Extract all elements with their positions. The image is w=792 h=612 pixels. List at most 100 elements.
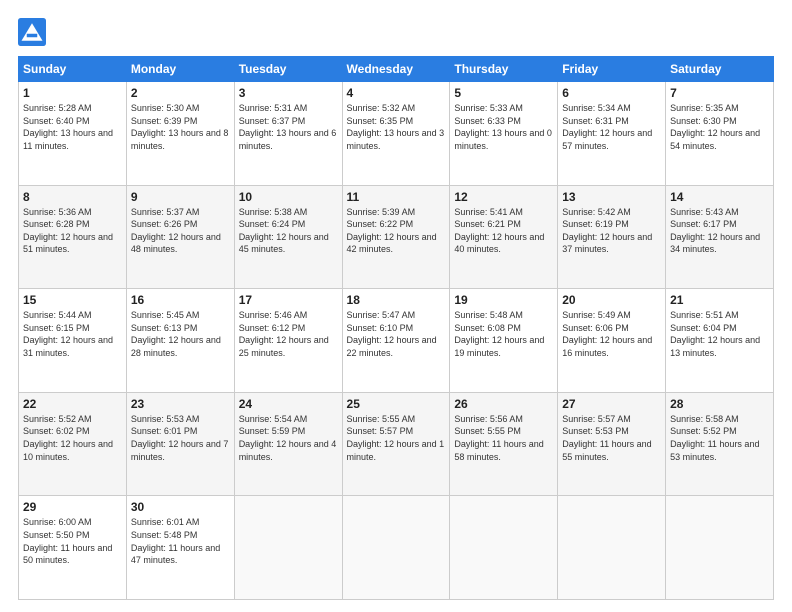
day-info: Sunrise: 5:55 AMSunset: 5:57 PMDaylight:… (347, 413, 446, 463)
weekday-header-sunday: Sunday (19, 57, 127, 82)
calendar-cell: 2 Sunrise: 5:30 AMSunset: 6:39 PMDaylight… (126, 82, 234, 186)
calendar-cell: 3 Sunrise: 5:31 AMSunset: 6:37 PMDaylight… (234, 82, 342, 186)
calendar-cell: 21Sunrise: 5:51 AMSunset: 6:04 PMDayligh… (666, 289, 774, 393)
calendar-cell: 18 Sunrise: 5:47 AMSunset: 6:10 PMDayligh… (342, 289, 450, 393)
day-info: Sunrise: 5:58 AMSunset: 5:52 PMDaylight:… (670, 413, 769, 463)
calendar-cell: 24 Sunrise: 5:54 AMSunset: 5:59 PMDayligh… (234, 392, 342, 496)
day-info: Sunrise: 5:35 AMSunset: 6:30 PMDaylight:… (670, 102, 769, 152)
calendar-table: SundayMondayTuesdayWednesdayThursdayFrid… (18, 56, 774, 600)
day-info: Sunrise: 5:30 AMSunset: 6:39 PMDaylight:… (131, 102, 230, 152)
calendar-cell: 25 Sunrise: 5:55 AMSunset: 5:57 PMDayligh… (342, 392, 450, 496)
day-number: 28 (670, 397, 769, 411)
day-info: Sunrise: 5:43 AMSunset: 6:17 PMDaylight:… (670, 206, 769, 256)
day-number: 24 (239, 397, 338, 411)
calendar-cell: 6 Sunrise: 5:34 AMSunset: 6:31 PMDaylight… (558, 82, 666, 186)
day-number: 29 (23, 500, 122, 514)
calendar-cell: 7 Sunrise: 5:35 AMSunset: 6:30 PMDaylight… (666, 82, 774, 186)
day-info: Sunrise: 5:31 AMSunset: 6:37 PMDaylight:… (239, 102, 338, 152)
weekday-header-friday: Friday (558, 57, 666, 82)
calendar-cell: 29 Sunrise: 6:00 AMSunset: 5:50 PMDayligh… (19, 496, 127, 600)
day-number: 23 (131, 397, 230, 411)
day-number: 25 (347, 397, 446, 411)
day-number: 8 (23, 190, 122, 204)
day-number: 7 (670, 86, 769, 100)
calendar-cell: 23Sunrise: 5:53 AMSunset: 6:01 PMDayligh… (126, 392, 234, 496)
day-number: 16 (131, 293, 230, 307)
logo (18, 18, 50, 46)
day-info: Sunrise: 5:56 AMSunset: 5:55 PMDaylight:… (454, 413, 553, 463)
calendar-cell: 20 Sunrise: 5:49 AMSunset: 6:06 PMDayligh… (558, 289, 666, 393)
calendar-cell (666, 496, 774, 600)
calendar-cell: 5 Sunrise: 5:33 AMSunset: 6:33 PMDaylight… (450, 82, 558, 186)
calendar-cell: 4 Sunrise: 5:32 AMSunset: 6:35 PMDaylight… (342, 82, 450, 186)
day-number: 15 (23, 293, 122, 307)
day-info: Sunrise: 5:33 AMSunset: 6:33 PMDaylight:… (454, 102, 553, 152)
day-info: Sunrise: 5:45 AMSunset: 6:13 PMDaylight:… (131, 309, 230, 359)
calendar-cell: 8Sunrise: 5:36 AMSunset: 6:28 PMDaylight… (19, 185, 127, 289)
day-number: 22 (23, 397, 122, 411)
day-number: 2 (131, 86, 230, 100)
day-info: Sunrise: 5:34 AMSunset: 6:31 PMDaylight:… (562, 102, 661, 152)
calendar-cell: 15 Sunrise: 5:44 AMSunset: 6:15 PMDayligh… (19, 289, 127, 393)
weekday-header-saturday: Saturday (666, 57, 774, 82)
day-info: Sunrise: 6:01 AMSunset: 5:48 PMDaylight:… (131, 516, 230, 566)
weekday-header-monday: Monday (126, 57, 234, 82)
calendar-cell: 17 Sunrise: 5:46 AMSunset: 6:12 PMDayligh… (234, 289, 342, 393)
page-header (18, 18, 774, 46)
day-number: 17 (239, 293, 338, 307)
calendar-cell (342, 496, 450, 600)
day-info: Sunrise: 5:48 AMSunset: 6:08 PMDaylight:… (454, 309, 553, 359)
day-number: 10 (239, 190, 338, 204)
day-number: 19 (454, 293, 553, 307)
day-info: Sunrise: 5:54 AMSunset: 5:59 PMDaylight:… (239, 413, 338, 463)
calendar-cell: 12 Sunrise: 5:41 AMSunset: 6:21 PMDayligh… (450, 185, 558, 289)
day-info: Sunrise: 5:47 AMSunset: 6:10 PMDaylight:… (347, 309, 446, 359)
day-info: Sunrise: 5:41 AMSunset: 6:21 PMDaylight:… (454, 206, 553, 256)
calendar-cell: 28 Sunrise: 5:58 AMSunset: 5:52 PMDayligh… (666, 392, 774, 496)
day-number: 21 (670, 293, 769, 307)
day-number: 18 (347, 293, 446, 307)
day-info: Sunrise: 5:37 AMSunset: 6:26 PMDaylight:… (131, 206, 230, 256)
day-info: Sunrise: 5:32 AMSunset: 6:35 PMDaylight:… (347, 102, 446, 152)
day-number: 11 (347, 190, 446, 204)
day-number: 30 (131, 500, 230, 514)
day-number: 1 (23, 86, 122, 100)
day-number: 14 (670, 190, 769, 204)
day-info: Sunrise: 5:49 AMSunset: 6:06 PMDaylight:… (562, 309, 661, 359)
calendar-cell (234, 496, 342, 600)
calendar-cell: 1 Sunrise: 5:28 AMSunset: 6:40 PMDaylight… (19, 82, 127, 186)
day-number: 5 (454, 86, 553, 100)
weekday-header-wednesday: Wednesday (342, 57, 450, 82)
day-number: 27 (562, 397, 661, 411)
calendar-cell: 26Sunrise: 5:56 AMSunset: 5:55 PMDayligh… (450, 392, 558, 496)
day-info: Sunrise: 5:57 AMSunset: 5:53 PMDaylight:… (562, 413, 661, 463)
weekday-header-tuesday: Tuesday (234, 57, 342, 82)
calendar-cell (450, 496, 558, 600)
calendar-cell: 27 Sunrise: 5:57 AMSunset: 5:53 PMDayligh… (558, 392, 666, 496)
day-number: 20 (562, 293, 661, 307)
day-info: Sunrise: 5:46 AMSunset: 6:12 PMDaylight:… (239, 309, 338, 359)
day-number: 6 (562, 86, 661, 100)
calendar-cell: 11 Sunrise: 5:39 AMSunset: 6:22 PMDayligh… (342, 185, 450, 289)
day-number: 13 (562, 190, 661, 204)
calendar-cell (558, 496, 666, 600)
day-info: Sunrise: 5:52 AMSunset: 6:02 PMDaylight:… (23, 413, 122, 463)
day-info: Sunrise: 5:28 AMSunset: 6:40 PMDaylight:… (23, 102, 122, 152)
day-number: 9 (131, 190, 230, 204)
day-number: 4 (347, 86, 446, 100)
day-number: 12 (454, 190, 553, 204)
calendar-cell: 16 Sunrise: 5:45 AMSunset: 6:13 PMDayligh… (126, 289, 234, 393)
weekday-header-thursday: Thursday (450, 57, 558, 82)
calendar-cell: 14 Sunrise: 5:43 AMSunset: 6:17 PMDayligh… (666, 185, 774, 289)
calendar-cell: 13 Sunrise: 5:42 AMSunset: 6:19 PMDayligh… (558, 185, 666, 289)
day-number: 3 (239, 86, 338, 100)
day-info: Sunrise: 6:00 AMSunset: 5:50 PMDaylight:… (23, 516, 122, 566)
day-info: Sunrise: 5:44 AMSunset: 6:15 PMDaylight:… (23, 309, 122, 359)
day-info: Sunrise: 5:38 AMSunset: 6:24 PMDaylight:… (239, 206, 338, 256)
calendar-page: SundayMondayTuesdayWednesdayThursdayFrid… (0, 0, 792, 612)
calendar-cell: 9 Sunrise: 5:37 AMSunset: 6:26 PMDaylight… (126, 185, 234, 289)
day-info: Sunrise: 5:39 AMSunset: 6:22 PMDaylight:… (347, 206, 446, 256)
day-info: Sunrise: 5:42 AMSunset: 6:19 PMDaylight:… (562, 206, 661, 256)
calendar-cell: 30 Sunrise: 6:01 AMSunset: 5:48 PMDayligh… (126, 496, 234, 600)
logo-icon (18, 18, 46, 46)
